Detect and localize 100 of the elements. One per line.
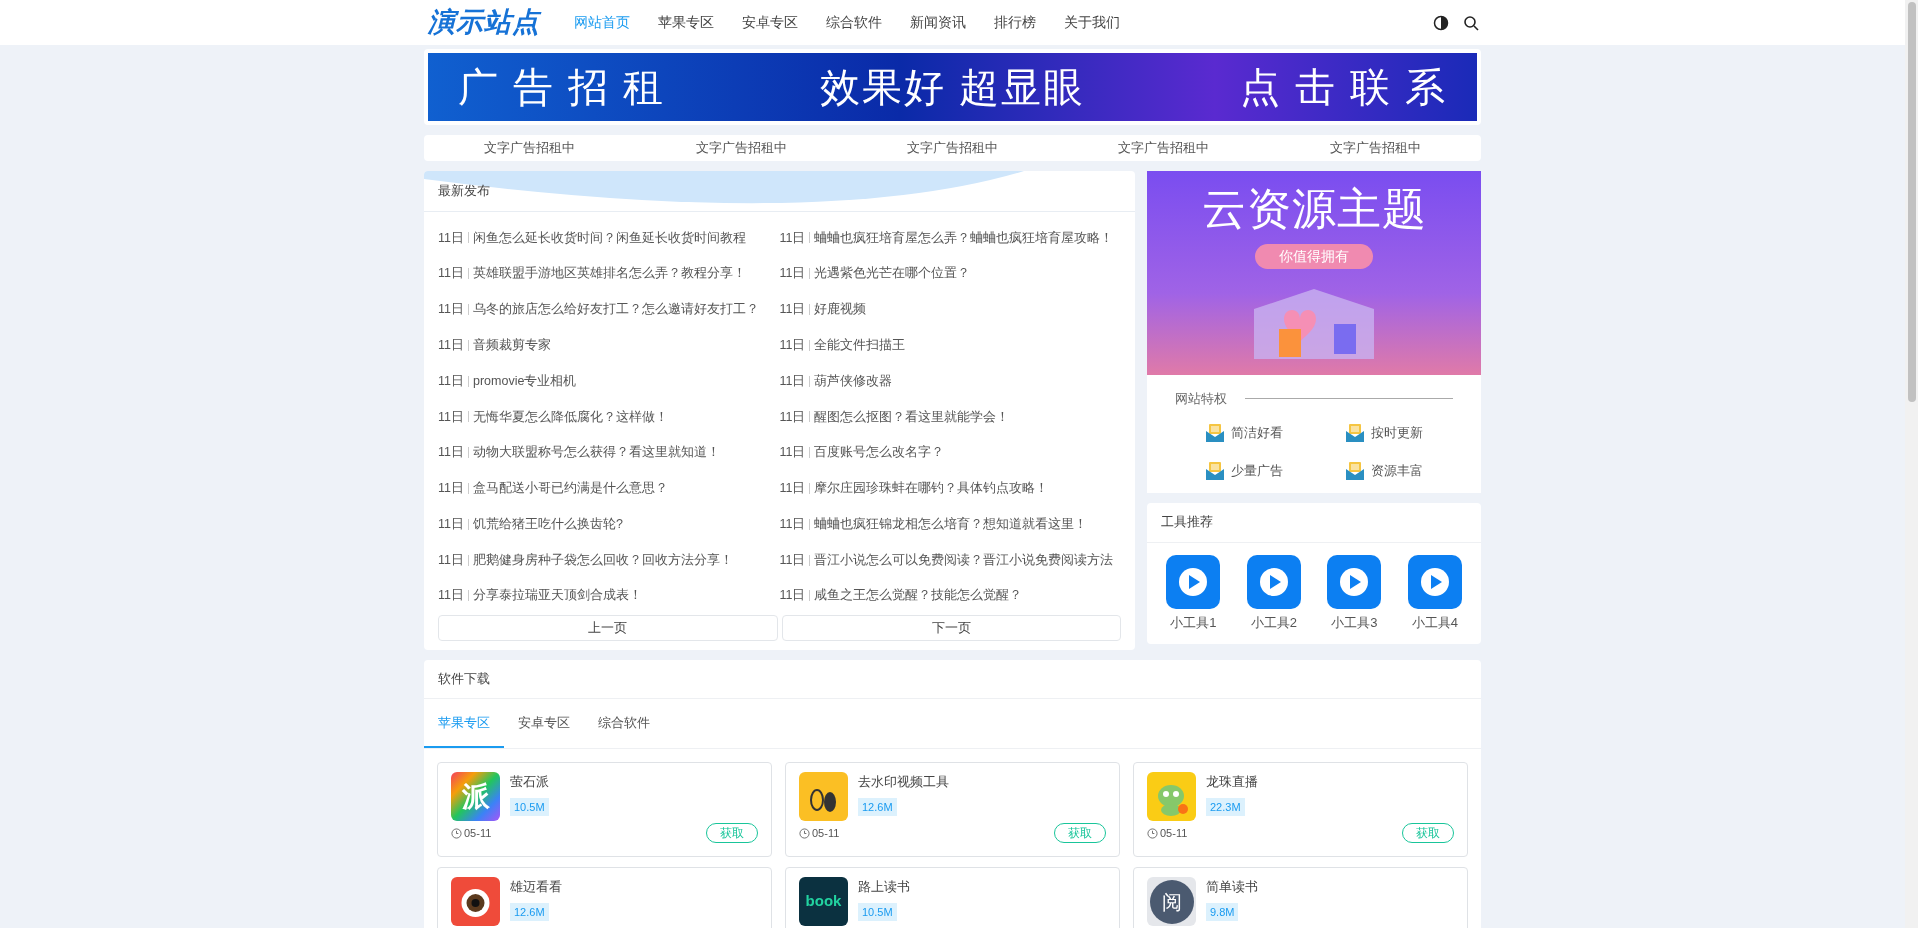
search-icon[interactable]	[1463, 14, 1479, 31]
date-label: 05-11	[464, 825, 492, 841]
app-icon: book	[799, 877, 848, 926]
article-link[interactable]: 葫芦侠修改器	[814, 371, 893, 391]
article-link[interactable]: 摩尔庄园珍珠蚌在哪钓？具体钓点攻略！	[814, 479, 1049, 498]
date-label: 11日	[438, 301, 464, 319]
app-name: 简单读书	[1206, 878, 1258, 896]
section-title: 网站特权	[1175, 390, 1227, 408]
promo-tagline: 你值得拥有	[1255, 243, 1373, 269]
article-link[interactable]: 蛐蛐也疯狂培育屋怎么弄？蛐蛐也疯狂培育屋攻略！	[814, 228, 1114, 248]
article-link[interactable]: 无悔华夏怎么降低腐化？这样做！	[473, 407, 668, 427]
tool-link[interactable]: 小工具3	[1327, 554, 1382, 632]
article-link[interactable]: 蛐蛐也疯狂锦龙相怎么培育？想知道就看这里！	[814, 514, 1088, 534]
article-link[interactable]: 肥鹅健身房种子袋怎么回收？回收方法分享！	[473, 550, 733, 570]
app-card[interactable]: 去水印视频工具 12.6M 05-11 获取	[785, 762, 1120, 857]
text-ad-link[interactable]: 文字广告招租中	[1269, 138, 1482, 158]
tool-link[interactable]: 小工具2	[1246, 554, 1301, 632]
article-link[interactable]: promovie专业相机	[473, 371, 577, 391]
clock-icon	[1147, 827, 1158, 839]
article-link[interactable]: 饥荒给猪王吃什么换齿轮?	[473, 514, 623, 534]
nav-link[interactable]: 综合软件	[812, 12, 896, 33]
article-link[interactable]: 好鹿视频	[814, 300, 867, 319]
article-link[interactable]: 盒马配送小哥已约满是什么意思？	[473, 479, 668, 498]
clock-icon	[451, 827, 462, 839]
panel-title: 软件下载	[438, 670, 490, 689]
date-label: 11日	[779, 265, 806, 283]
text-ad-link[interactable]: 文字广告招租中	[1058, 138, 1270, 158]
article-link[interactable]: 闲鱼怎么延长收货时间？闲鱼延长收货时间教程	[473, 228, 746, 248]
date-label: 11日	[779, 229, 806, 247]
app-name: 路上读书	[858, 878, 910, 896]
play-icon	[1327, 554, 1382, 609]
date-label: 11日	[438, 480, 464, 498]
app-card[interactable]: 雄迈看看 12.6M	[437, 867, 772, 928]
scrollbar[interactable]	[1905, 0, 1918, 928]
app-card[interactable]: 龙珠直播 22.3M 05-11 获取	[1133, 762, 1468, 857]
date-label: 11日	[779, 480, 806, 498]
article-link[interactable]: 晋江小说怎么可以免费阅读？晋江小说免费阅读方法	[814, 550, 1114, 570]
article-link[interactable]: 醒图怎么抠图？看这里就能学会！	[814, 407, 1010, 427]
date-label: 11日	[779, 372, 806, 390]
tool-link[interactable]: 小工具4	[1407, 554, 1462, 632]
nav-link[interactable]: 苹果专区	[644, 12, 728, 33]
article-link[interactable]: 动物大联盟称号怎么获得？看这里就知道！	[473, 443, 720, 463]
date-label: 11日	[438, 551, 464, 569]
ad-banner[interactable]: 广 告 招 租 效果好 超显眼 点 击 联 系	[424, 49, 1481, 125]
app-icon: 阅	[1147, 877, 1196, 926]
tool-link[interactable]: 小工具1	[1166, 554, 1221, 632]
nav-link[interactable]: 排行榜	[980, 12, 1050, 33]
date-label: 11日	[779, 587, 806, 605]
app-card[interactable]: 派 萤石派 10.5M 05-11 获取	[437, 762, 772, 857]
text-ad-link[interactable]: 文字广告招租中	[424, 138, 636, 158]
envelope-icon	[1345, 422, 1365, 443]
pager-button[interactable]: 下一页	[781, 614, 1121, 641]
article-link[interactable]: 全能文件扫描王	[814, 335, 906, 355]
pager-button[interactable]: 上一页	[438, 614, 778, 641]
size-tag: 12.6M	[510, 902, 549, 921]
nav-link[interactable]: 安卓专区	[728, 12, 812, 33]
nav-link[interactable]: 关于我们	[1050, 12, 1134, 33]
promo-banner[interactable]: 云资源主题 你值得拥有	[1147, 171, 1481, 375]
banner-text: 效果好 超显眼	[819, 64, 1086, 111]
date-label: 11日	[438, 372, 464, 390]
article-link[interactable]: 咸鱼之王怎么觉醒？技能怎么觉醒？	[814, 586, 1023, 606]
date-label: 11日	[779, 551, 806, 569]
date-label: 11日	[779, 444, 806, 462]
text-ad-link[interactable]: 文字广告招租中	[846, 138, 1059, 158]
app-name: 雄迈看看	[510, 878, 562, 896]
contrast-icon[interactable]	[1433, 14, 1449, 31]
date-label: 11日	[438, 408, 464, 426]
play-icon	[1407, 554, 1462, 609]
article-link[interactable]: 光遇紫色光芒在哪个位置？	[814, 264, 971, 284]
category-tab[interactable]: 安卓专区	[504, 699, 584, 748]
article-link[interactable]: 乌冬的旅店怎么给好友打工？怎么邀请好友打工？	[473, 300, 759, 319]
article-link[interactable]: 英雄联盟手游地区英雄排名怎么弄？教程分享！	[473, 264, 746, 284]
envelope-icon	[1205, 460, 1225, 481]
app-name: 龙珠直播	[1206, 773, 1258, 791]
date-label: 11日	[438, 444, 464, 462]
text-ad-link[interactable]: 文字广告招租中	[635, 138, 847, 158]
privilege-label: 资源丰富	[1371, 461, 1423, 480]
date-label: 11日	[438, 587, 464, 605]
envelope-icon	[1345, 460, 1365, 481]
size-tag: 9.8M	[1206, 902, 1239, 921]
app-card[interactable]: 阅 简单读书 9.8M	[1133, 867, 1468, 928]
clock-icon	[799, 827, 810, 839]
date-label: 11日	[779, 336, 806, 354]
privilege-label: 少量广告	[1231, 461, 1283, 480]
article-link[interactable]: 百度账号怎么改名字？	[814, 443, 945, 463]
banner-text: 点 击 联 系	[1239, 64, 1447, 111]
nav-link[interactable]: 新闻资讯	[896, 12, 980, 33]
article-link[interactable]: 分享泰拉瑞亚天顶剑合成表！	[473, 586, 642, 606]
panel-title: 最新发布	[438, 182, 490, 201]
site-logo[interactable]: 演示站点	[428, 2, 558, 43]
banner-text: 广 告 招 租	[458, 64, 666, 111]
article-link[interactable]: 音频裁剪专家	[473, 335, 551, 355]
size-tag: 10.5M	[510, 797, 549, 816]
app-name: 萤石派	[510, 773, 549, 791]
app-card[interactable]: book 路上读书 10.5M	[785, 867, 1120, 928]
date-label: 11日	[779, 515, 806, 533]
category-tab[interactable]: 综合软件	[584, 699, 664, 748]
date-label: 11日	[438, 336, 464, 354]
date-label: 11日	[779, 301, 806, 319]
privilege-label: 简洁好看	[1231, 423, 1283, 442]
